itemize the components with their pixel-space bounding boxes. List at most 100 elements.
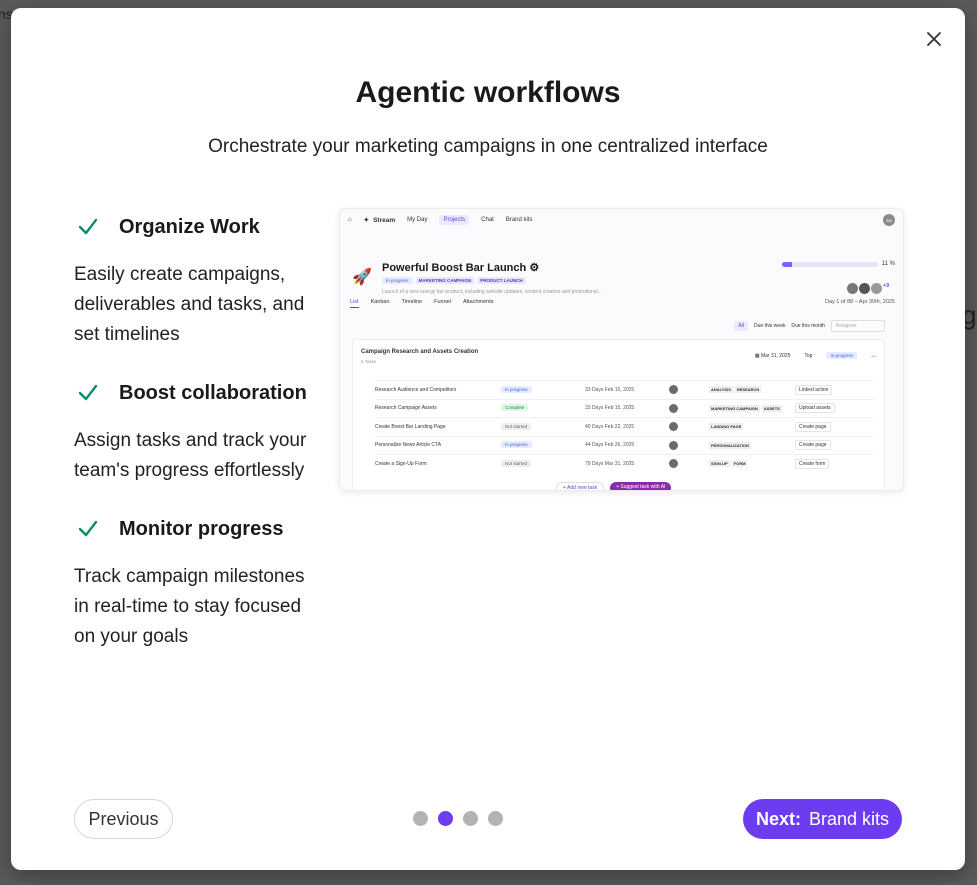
preview-task-due: 79 Days Mar 31, 2025 <box>585 460 635 467</box>
preview-task-tag: ANALYSIS <box>709 386 733 394</box>
preview-task-assignee <box>669 459 709 469</box>
onboarding-modal: Agentic workflows Orchestrate your marke… <box>11 8 965 870</box>
pager-dots <box>413 811 503 826</box>
check-icon <box>78 218 98 235</box>
feature-item: Monitor progress Track campaign mileston… <box>74 514 319 652</box>
preview-task-assignee <box>669 385 709 395</box>
preview-task-tag: MARKETING CAMPAIGN <box>709 404 760 412</box>
pager-dot[interactable] <box>463 811 478 826</box>
preview-task-status-cell: Not started <box>501 422 585 430</box>
preview-task-due: 40 Days Feb 22, 2025 <box>585 423 635 430</box>
feature-description: Track campaign milestones in real-time t… <box>74 566 305 647</box>
preview-filters: All Due this week Due this month Assigne… <box>734 320 885 332</box>
close-icon <box>927 32 941 46</box>
preview-task-due: 44 Days Feb 26, 2025 <box>585 442 635 449</box>
pager-dot[interactable] <box>413 811 428 826</box>
preview-tab-projects: Projects <box>439 215 470 225</box>
preview-task-tag: PERSONALIZATION <box>709 441 751 449</box>
preview-task-status-cell: In progress <box>501 441 585 449</box>
preview-task-assignee <box>669 403 709 413</box>
preview-task-row: Personalize News Article CTA In progress 4… <box>375 435 874 455</box>
pager-dot[interactable] <box>438 811 453 826</box>
preview-task-name: Create Boost Bar Landing Page <box>375 423 446 430</box>
preview-task-action: Create page <box>795 421 831 432</box>
settings-icon: ⚙ <box>529 262 540 274</box>
preview-task-action: Create page <box>795 440 831 451</box>
preview-task-tag: RESEARCH <box>734 386 762 394</box>
feature-title: Monitor progress <box>119 517 284 540</box>
preview-team-avatars: +9 <box>847 283 889 294</box>
preview-suggest-task: + Suggest task with AI <box>610 482 672 490</box>
preview-tag: MARKETING CAMPAIGN <box>415 277 475 284</box>
preview-project-title: Powerful Boost Bar Launch ⚙ <box>382 262 540 274</box>
preview-tab-chat: Chat <box>481 217 494 223</box>
preview-task-name: Research Campaign Assets <box>375 405 437 412</box>
preview-status: In progress <box>382 277 413 284</box>
feature-item: Organize Work Easily create campaigns, d… <box>74 212 319 350</box>
check-icon <box>78 384 98 401</box>
preview-task-status: Complete <box>501 404 529 412</box>
preview-add-task: + Add new task <box>556 482 605 490</box>
preview-task-rows: Research Audience and Competitors In prog… <box>375 380 874 473</box>
preview-view-tabs: List Kanban Timeline Funnel Attachments <box>350 299 494 308</box>
feature-list: Organize Work Easily create campaigns, d… <box>74 212 319 680</box>
preview-task-name: Research Audience and Competitors <box>375 386 457 393</box>
preview-tab-brand-kits: Brand kits <box>505 217 533 223</box>
preview-task-tag: FORM <box>731 460 748 468</box>
preview-task-name: Personalize News Article CTA <box>375 442 442 449</box>
next-button[interactable]: Next: Brand kits <box>743 799 902 839</box>
preview-task-due: 33 Days Feb 15, 2025 <box>585 386 635 393</box>
preview-task-assignee <box>669 422 709 432</box>
preview-task-status-cell: Not started <box>501 459 585 467</box>
modal-title: Agentic workflows <box>355 76 621 109</box>
preview-task-tag: SIGN-UP <box>709 460 730 468</box>
preview-task-section: Campaign Research and Assets Creation 5 … <box>352 339 885 490</box>
preview-task-status: Not started <box>501 422 532 430</box>
preview-task-row: Research Audience and Competitors In prog… <box>375 380 874 399</box>
stream-logo-icon: ✦ <box>363 217 370 224</box>
rocket-icon: 🚀 <box>352 269 372 286</box>
home-icon: ⌂ <box>348 217 352 223</box>
preview-task-tags: ANALYSIS RESEARCH <box>709 386 795 394</box>
pager-dot[interactable] <box>488 811 503 826</box>
preview-tag: PRODUCT LAUNCH <box>477 277 526 284</box>
feature-title: Organize Work <box>119 215 260 238</box>
preview-progress: 11 % <box>781 261 895 267</box>
feature-item: Boost collaboration Assign tasks and tra… <box>74 378 319 486</box>
modal-subtitle: Orchestrate your marketing campaigns in … <box>208 136 768 157</box>
check-icon <box>78 520 98 537</box>
next-label: Brand kits <box>808 808 890 829</box>
preview-task-action: Linked action <box>795 384 833 395</box>
preview-progress-fill <box>781 261 793 267</box>
preview-user-avatar: SW <box>883 214 895 226</box>
preview-task-action: Upload assets <box>795 403 835 414</box>
preview-section-title: Campaign Research and Assets Creation <box>361 349 479 355</box>
preview-task-status-cell: Complete <box>501 404 585 412</box>
preview-section-subtitle: 5 Tasks <box>361 359 377 364</box>
preview-task-tags: MARKETING CAMPAIGN ASSETS <box>709 404 795 412</box>
preview-task-status-cell: In progress <box>501 385 585 393</box>
feature-title: Boost collaboration <box>119 381 307 404</box>
previous-button[interactable]: Previous <box>74 799 173 839</box>
preview-tab-my-day: My Day <box>407 217 428 223</box>
feature-description: Assign tasks and track your team's progr… <box>74 430 307 481</box>
preview-task-tags: PERSONALIZATION <box>709 441 795 449</box>
preview-task-tag: LANDING PAGE <box>709 423 744 431</box>
preview-task-status: In progress <box>501 385 532 393</box>
preview-task-tags: SIGN-UP FORM <box>709 460 795 468</box>
preview-task-row: Create a Sign-Up Form Not started 79 Days … <box>375 454 874 473</box>
preview-task-tag: ASSETS <box>761 404 782 412</box>
preview-task-tags: LANDING PAGE <box>709 423 795 431</box>
preview-task-action: Create form <box>795 458 830 469</box>
preview-task-row: Research Campaign Assets Complete 33 Days … <box>375 398 874 418</box>
preview-nav: ⌂ ✦ Stream My Day Projects Chat Brand kit… <box>340 209 903 231</box>
feature-description: Easily create campaigns, deliverables an… <box>74 264 305 345</box>
app-preview-screenshot: ⌂ ✦ Stream My Day Projects Chat Brand kit… <box>339 208 904 491</box>
close-button[interactable] <box>923 28 945 50</box>
preview-task-assignee <box>669 440 709 450</box>
preview-tags: In progress MARKETING CAMPAIGN PRODUCT L… <box>382 277 526 284</box>
preview-progress-label: 11 % <box>881 261 895 267</box>
preview-task-row: Create Boost Bar Landing Page Not started… <box>375 417 874 436</box>
preview-task-name: Create a Sign-Up Form <box>375 460 427 467</box>
preview-brand: ✦ Stream <box>363 216 396 225</box>
